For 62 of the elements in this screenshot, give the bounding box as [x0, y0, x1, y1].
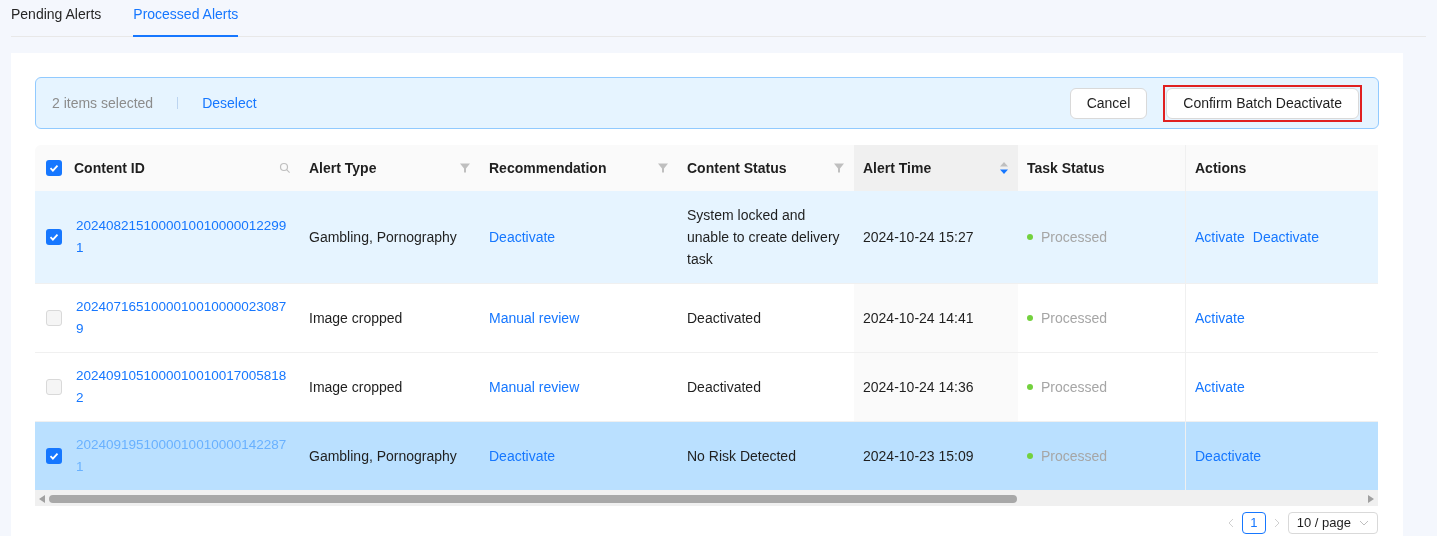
table-row[interactable]: 20240910510000100100170058182 Image cropped Manual review Deactivated 2024-10-24 14:36 Processed Activate: [35, 353, 1378, 422]
action-link[interactable]: Deactivate: [1195, 445, 1262, 467]
next-page-icon[interactable]: [1273, 518, 1280, 528]
recommendation-link[interactable]: Manual review: [489, 307, 580, 329]
column-header[interactable]: Alert Time: [854, 145, 1018, 191]
filter-icon[interactable]: [459, 162, 471, 174]
checkbox[interactable]: [46, 160, 62, 176]
table-cell-text: 2024-10-24 14:36: [863, 377, 974, 397]
cancel-button[interactable]: Cancel: [1069, 87, 1148, 119]
content-id-link[interactable]: 20240716510000100100000230879: [76, 296, 289, 340]
content-id-link[interactable]: 20240910510000100100170058182: [76, 365, 289, 409]
content-id-link[interactable]: 20240821510000100100000122991: [76, 215, 289, 259]
check-icon: [48, 162, 60, 174]
horizontal-scrollbar[interactable]: [35, 491, 1378, 506]
table-row[interactable]: 20240821510000100100000122991 Gambling, Pornography Deactivate System locked and unable to create delivery task 2024-10-24 15:27 Processed Activate Deactivate: [35, 191, 1378, 284]
table-cell-text: Image cropped: [309, 377, 403, 397]
action-link[interactable]: Activate: [1195, 307, 1245, 329]
table-cell-text: 2024-10-24 14:41: [863, 308, 974, 328]
search-icon[interactable]: [279, 162, 291, 174]
table-cell-text: Gambling, Pornography: [309, 446, 457, 466]
table-row[interactable]: 20240716510000100100000230879 Image cropped Manual review Deactivated 2024-10-24 14:41 Processed Activate: [35, 284, 1378, 353]
recommendation-link[interactable]: Deactivate: [489, 445, 556, 467]
action-link[interactable]: Activate: [1195, 376, 1245, 398]
table-cell-text: 2024-10-23 15:09: [863, 446, 974, 466]
table-cell-text: 2024-10-24 15:27: [863, 227, 974, 247]
page-button[interactable]: 1: [1241, 512, 1266, 534]
checkbox[interactable]: [46, 448, 62, 464]
filter-icon[interactable]: [833, 162, 845, 174]
table-row[interactable]: 20240919510000100100001422871 Gambling, Pornography Deactivate No Risk Detected 2024-10-23 15:09 Processed Deactivate: [35, 422, 1378, 491]
sort-icon[interactable]: [999, 161, 1009, 175]
checkbox[interactable]: [46, 379, 62, 395]
action-link[interactable]: Deactivate: [1252, 226, 1319, 248]
check-icon: [48, 450, 60, 462]
table-cell-text: System locked and unable to create delivery task: [687, 206, 841, 269]
table-cell-text: No Risk Detected: [687, 447, 796, 466]
status-text: Processed: [1041, 308, 1108, 328]
confirm-button[interactable]: Confirm Batch Deactivate: [1166, 87, 1359, 119]
table-cell-text: Deactivated: [687, 378, 761, 397]
chevron-down-icon: [1359, 520, 1369, 526]
table-cell-text: Gambling, Pornography: [309, 227, 457, 247]
checkbox[interactable]: [46, 229, 62, 245]
previous-page-icon[interactable]: [1227, 518, 1234, 528]
deselect-link[interactable]: Deselect: [202, 92, 257, 114]
status-text: Processed: [1041, 446, 1108, 466]
table-cell-text: Image cropped: [309, 308, 403, 328]
status-text: Processed: [1041, 227, 1108, 247]
page-size-select[interactable]: 10 / page: [1287, 512, 1378, 534]
check-icon: [48, 231, 60, 243]
recommendation-link[interactable]: Manual review: [489, 376, 580, 398]
recommendation-link[interactable]: Deactivate: [489, 226, 556, 248]
scroll-right-icon[interactable]: [1368, 494, 1374, 503]
selected-count: 2 items selected: [52, 93, 154, 113]
checkbox[interactable]: [46, 310, 62, 326]
action-link[interactable]: Activate: [1195, 226, 1245, 248]
scroll-left-icon[interactable]: [39, 494, 45, 503]
status-text: Processed: [1041, 377, 1108, 397]
tab[interactable]: Pending Alerts: [11, 0, 102, 37]
table-cell-text: Deactivated: [687, 309, 761, 328]
column-header[interactable]: Actions: [1185, 145, 1378, 191]
scrollbar-thumb[interactable]: [49, 494, 1017, 503]
tab[interactable]: Processed Alerts: [133, 0, 239, 37]
filter-icon[interactable]: [657, 162, 669, 174]
